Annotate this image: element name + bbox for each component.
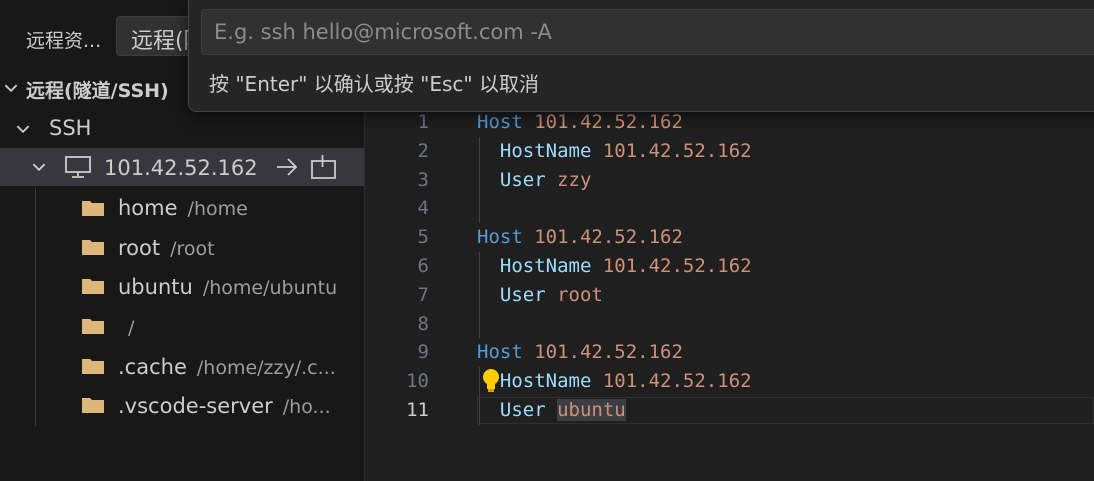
folder-item[interactable]: root/root — [0, 229, 364, 267]
chevron-down-icon — [4, 84, 18, 93]
config-keyword: User — [499, 399, 546, 421]
config-value: 101.42.52.162 — [534, 111, 683, 133]
sidebar-title: 远程资... — [26, 30, 102, 52]
config-value: zzy — [557, 169, 592, 191]
config-value: 101.42.52.162 — [534, 226, 683, 248]
code-line[interactable]: 2 HostName 101.42.52.162 — [365, 137, 1094, 166]
code-line[interactable]: 6 HostName 101.42.52.162 — [365, 252, 1094, 281]
code-line[interactable]: 4 — [365, 194, 1094, 223]
host-label: 101.42.52.162 — [104, 156, 258, 180]
tree-item-host[interactable]: 101.42.52.162 — [0, 148, 364, 186]
add-window-icon[interactable] — [308, 153, 338, 181]
config-value: 101.42.52.162 — [602, 370, 752, 392]
line-number: 6 — [417, 255, 429, 277]
code-line[interactable]: 5 Host 101.42.52.162 — [365, 223, 1094, 252]
folder-icon — [82, 201, 104, 216]
config-keyword: Host — [477, 341, 523, 363]
config-value: root — [557, 284, 603, 306]
line-number: 10 — [406, 370, 429, 392]
quick-input-hint: 按 "Enter" 以确认或按 "Esc" 以取消 — [209, 72, 539, 96]
chevron-down-icon — [16, 125, 30, 134]
code-line[interactable]: 9 Host 101.42.52.162 — [365, 338, 1094, 367]
folder-path: /home — [187, 198, 248, 220]
line-number: 5 — [417, 226, 429, 248]
code-line[interactable]: 3 User zzy — [365, 166, 1094, 195]
folder-icon — [82, 359, 104, 374]
config-value: ubuntu — [557, 399, 626, 421]
config-keyword: Host — [477, 111, 523, 133]
config-keyword: HostName — [499, 370, 592, 392]
config-value: 101.42.52.162 — [602, 255, 752, 277]
monitor-icon — [65, 156, 91, 178]
code-line[interactable]: 1 Host 101.42.52.162 — [365, 108, 1094, 137]
chevron-down-icon — [32, 163, 46, 172]
line-number: 3 — [417, 169, 429, 191]
folder-path: /home/zzy/.c... — [196, 357, 336, 379]
folder-name: .cache — [118, 355, 187, 379]
code-line-active[interactable]: 11 User ubuntu — [365, 396, 1094, 425]
folder-name: ubuntu — [118, 275, 193, 299]
folder-item[interactable]: ubuntu/home/ubuntu — [0, 268, 364, 306]
folder-item[interactable]: .vscode-server/ho... — [0, 387, 364, 425]
folder-path: /ho... — [282, 396, 331, 418]
ssh-command-input[interactable] — [202, 10, 1094, 54]
line-number: 9 — [417, 341, 429, 363]
line-number: 2 — [417, 140, 429, 162]
section-label: 远程(隧道/SSH) — [26, 80, 169, 102]
arrow-right-icon[interactable] — [274, 155, 300, 179]
folder-icon — [82, 240, 104, 255]
folder-path: /home/ubuntu — [202, 277, 338, 299]
folder-name: .vscode-server — [118, 394, 273, 418]
code-line[interactable]: 8 — [365, 310, 1094, 339]
code-line[interactable]: 7 User root — [365, 281, 1094, 310]
line-number: 11 — [406, 399, 429, 421]
line-number: 4 — [417, 197, 429, 219]
config-keyword: Host — [477, 226, 523, 248]
folder-name: home — [118, 196, 178, 220]
folder-icon — [82, 398, 104, 413]
tree-item-ssh[interactable]: SSH — [0, 110, 364, 148]
line-number: 1 — [417, 111, 429, 133]
config-value: 101.42.52.162 — [534, 341, 683, 363]
line-number: 7 — [417, 284, 429, 306]
lightbulb-icon[interactable] — [482, 368, 500, 394]
folder-icon — [82, 319, 104, 334]
group-label: SSH — [49, 116, 92, 140]
config-value: 101.42.52.162 — [602, 140, 752, 162]
code-line[interactable]: 10 HostName 101.42.52.162 — [365, 367, 1094, 396]
quick-input-panel: 按 "Enter" 以确认或按 "Esc" 以取消 — [188, 0, 1094, 112]
config-keyword: HostName — [499, 255, 592, 277]
folder-item[interactable]: home/home — [0, 189, 364, 227]
folder-name: root — [118, 236, 161, 260]
folder-item[interactable]: .cache/home/zzy/.c... — [0, 348, 364, 386]
config-keyword: User — [499, 169, 546, 191]
config-keyword: HostName — [499, 140, 592, 162]
folder-item[interactable]: / — [0, 308, 364, 346]
quick-input-box[interactable] — [201, 9, 1094, 55]
config-keyword: User — [499, 284, 546, 306]
folder-path: /root — [170, 238, 215, 260]
line-number: 8 — [417, 313, 429, 335]
folder-icon — [82, 279, 104, 294]
folder-path: / — [128, 317, 135, 339]
